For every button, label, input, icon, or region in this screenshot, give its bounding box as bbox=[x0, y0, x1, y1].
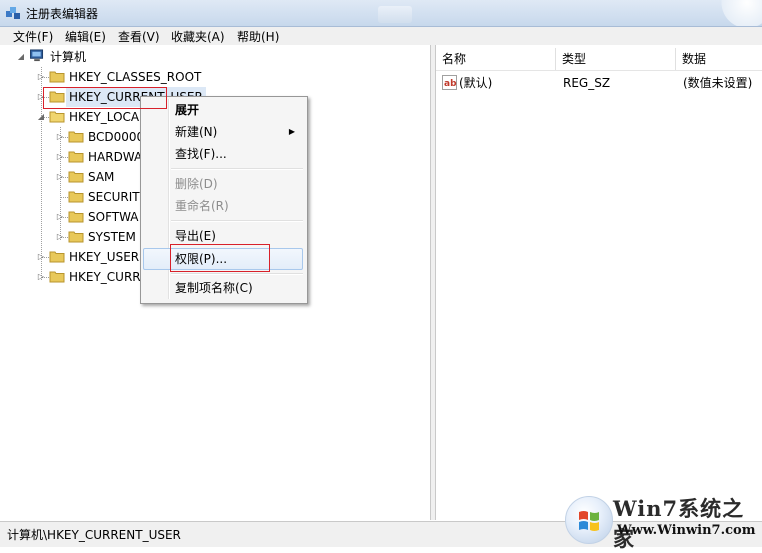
tree-item-computer[interactable]: ◢ 计算机 bbox=[16, 47, 216, 67]
column-header-data[interactable]: 数据 bbox=[676, 48, 762, 70]
menu-file[interactable]: 文件(F) bbox=[13, 28, 53, 45]
folder-icon bbox=[49, 251, 65, 263]
tree-item-label: HKEY_USERS bbox=[69, 250, 147, 264]
collapse-icon[interactable]: ◢ bbox=[16, 47, 26, 67]
list-item[interactable]: ab (默认) REG_SZ (数值未设置) bbox=[436, 73, 762, 93]
menu-item-label: 重命名(R) bbox=[175, 199, 229, 213]
watermark: Win7系统之家 Www.Winwin7.com bbox=[565, 490, 762, 551]
value-type: REG_SZ bbox=[563, 76, 611, 90]
regedit-icon bbox=[6, 7, 20, 19]
tree-item-label: SYSTEM bbox=[88, 230, 136, 244]
tree-item-label: BCD0000 bbox=[88, 130, 145, 144]
collapse-icon[interactable]: ◢ bbox=[36, 107, 46, 127]
folder-icon bbox=[49, 271, 65, 283]
menu-item-copy-key-name[interactable]: 复制项名称(C) bbox=[143, 277, 303, 299]
tree-item-label: HARDWA bbox=[88, 150, 143, 164]
menu-item-label: 新建(N) bbox=[175, 125, 218, 139]
menu-favorites[interactable]: 收藏夹(A) bbox=[171, 28, 225, 45]
tree-item-label: HKEY_CURR bbox=[69, 270, 141, 284]
menu-item-label: 复制项名称(C) bbox=[175, 281, 253, 295]
expand-icon[interactable]: ▷ bbox=[55, 127, 65, 147]
value-data: (数值未设置) bbox=[683, 76, 753, 90]
title-bar-corner bbox=[712, 0, 762, 26]
folder-icon bbox=[68, 211, 84, 223]
highlight-box-hkcu bbox=[43, 87, 167, 109]
folder-icon bbox=[68, 231, 84, 243]
menu-item-find[interactable]: 查找(F)... bbox=[143, 143, 303, 165]
tree-item-label: SECURIT bbox=[88, 190, 140, 204]
column-header-type[interactable]: 类型 bbox=[556, 48, 676, 70]
windows-logo-icon bbox=[565, 496, 613, 544]
column-header-name[interactable]: 名称 bbox=[436, 48, 556, 70]
expand-icon[interactable]: ▷ bbox=[36, 267, 46, 287]
folder-icon bbox=[68, 171, 84, 183]
tree-item-label: HKEY_CLASSES_ROOT bbox=[69, 70, 202, 84]
status-path: 计算机\HKEY_CURRENT_USER bbox=[7, 528, 181, 542]
expand-icon[interactable]: ▷ bbox=[36, 247, 46, 267]
svg-text:ab: ab bbox=[444, 79, 457, 89]
expand-icon[interactable]: ▷ bbox=[55, 227, 65, 247]
menu-separator bbox=[171, 273, 303, 275]
folder-icon bbox=[68, 131, 84, 143]
menu-item-new[interactable]: 新建(N) ▶ bbox=[143, 121, 303, 143]
folder-open-icon bbox=[49, 111, 65, 123]
watermark-url: Www.Winwin7.com bbox=[617, 523, 756, 538]
highlight-box-permissions bbox=[170, 244, 270, 272]
menu-item-delete[interactable]: 删除(D) bbox=[143, 173, 303, 195]
value-name: (默认) bbox=[459, 76, 493, 90]
folder-icon bbox=[68, 151, 84, 163]
expand-icon[interactable]: ▷ bbox=[55, 147, 65, 167]
menu-view[interactable]: 查看(V) bbox=[118, 28, 160, 45]
tree-item-label: HKEY_LOCAL bbox=[69, 110, 146, 124]
menu-item-expand[interactable]: 展开 bbox=[143, 99, 303, 121]
menu-help[interactable]: 帮助(H) bbox=[237, 28, 279, 45]
tree-item-label: SOFTWA bbox=[88, 210, 139, 224]
menu-item-label: 展开 bbox=[175, 103, 200, 117]
computer-icon bbox=[30, 49, 44, 62]
expand-icon[interactable]: ▷ bbox=[36, 67, 46, 87]
menu-item-rename[interactable]: 重命名(R) bbox=[143, 195, 303, 217]
tree-item-label: SAM bbox=[88, 170, 115, 184]
string-value-icon: ab bbox=[442, 75, 457, 90]
menu-item-label: 删除(D) bbox=[175, 177, 218, 191]
main-panes: ◢ 计算机 ▷ HKEY_CLASSES_ROOT ▷ HKEY_CURRENT… bbox=[0, 45, 762, 520]
folder-icon bbox=[68, 191, 84, 203]
menu-item-label: 查找(F)... bbox=[175, 147, 227, 161]
context-menu: 展开 新建(N) ▶ 查找(F)... 删除(D) 重命名(R) 导出(E) 权… bbox=[140, 96, 308, 304]
menu-separator bbox=[171, 220, 303, 222]
title-bar-glare bbox=[378, 6, 412, 23]
window-title: 注册表编辑器 bbox=[26, 7, 99, 21]
expand-icon[interactable]: ▷ bbox=[55, 207, 65, 227]
tree-item-hkcr[interactable]: ▷ HKEY_CLASSES_ROOT bbox=[36, 67, 236, 87]
menu-separator bbox=[171, 168, 303, 170]
menu-edit[interactable]: 编辑(E) bbox=[65, 28, 106, 45]
folder-icon bbox=[49, 71, 65, 83]
title-bar: 注册表编辑器 bbox=[0, 0, 762, 27]
tree-item-label: 计算机 bbox=[50, 50, 87, 64]
menu-bar: 文件(F) 编辑(E) 查看(V) 收藏夹(A) 帮助(H) bbox=[0, 27, 762, 46]
values-list[interactable]: 名称 类型 数据 ab (默认) REG_SZ (数值未设置) bbox=[436, 45, 762, 520]
expand-icon[interactable]: ▷ bbox=[55, 167, 65, 187]
header-divider bbox=[436, 70, 762, 71]
submenu-arrow-icon: ▶ bbox=[288, 127, 295, 136]
